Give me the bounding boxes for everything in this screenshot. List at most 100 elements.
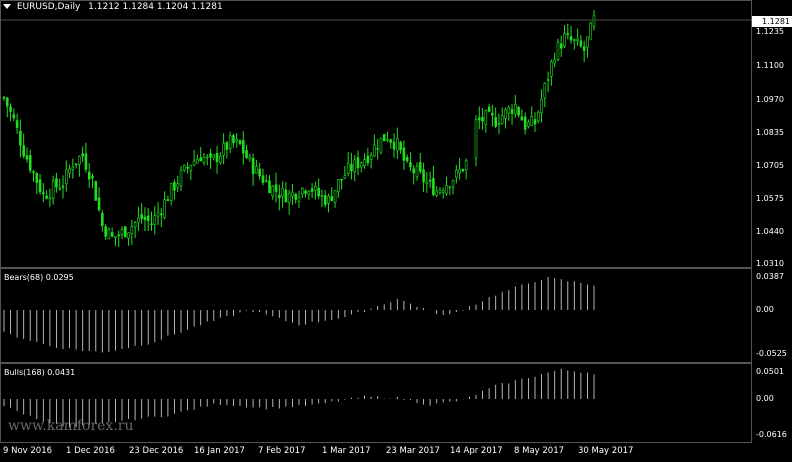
candle <box>87 163 91 188</box>
candle <box>264 174 268 183</box>
candle <box>435 186 438 198</box>
candle <box>205 154 209 166</box>
candle <box>271 185 275 200</box>
candle <box>500 107 504 125</box>
candle <box>133 221 137 239</box>
candle <box>130 219 134 245</box>
candle <box>176 175 180 193</box>
candle <box>461 168 465 173</box>
candle <box>484 109 488 133</box>
ohlc-values: 1.1212 1.1284 1.1204 1.1281 <box>88 2 223 12</box>
candle <box>432 165 435 197</box>
candle <box>582 40 586 63</box>
candle <box>455 165 458 184</box>
candle <box>48 188 52 208</box>
candle <box>386 131 389 142</box>
candle <box>61 175 65 199</box>
candle <box>107 227 111 240</box>
candle <box>363 153 366 169</box>
time-tick: 1 Dec 2016 <box>66 446 115 456</box>
bears-tick: 0.0387 <box>756 272 784 281</box>
candle <box>307 189 311 200</box>
chart-canvas[interactable] <box>0 0 752 446</box>
candle <box>412 164 416 185</box>
candle <box>418 152 422 174</box>
candle <box>120 226 124 239</box>
time-tick: 30 May 2017 <box>578 446 634 456</box>
candle <box>22 133 25 159</box>
price-axis: 1.1235 1.1100 1.0970 1.0835 1.0705 1.057… <box>752 0 792 268</box>
candle <box>327 193 330 213</box>
candle <box>163 191 166 220</box>
candle <box>330 187 334 202</box>
candle <box>464 158 468 180</box>
candle <box>140 203 143 224</box>
candle <box>481 108 484 130</box>
price-tick: 1.1235 <box>756 27 784 36</box>
candle <box>543 82 547 108</box>
candle <box>212 153 216 161</box>
candle <box>359 161 363 173</box>
candle <box>317 178 320 200</box>
candle <box>487 103 491 113</box>
candle <box>81 146 84 162</box>
candle <box>527 119 530 129</box>
candle <box>556 38 560 62</box>
candle <box>438 186 442 195</box>
candle <box>166 195 170 202</box>
candle <box>173 179 176 200</box>
candle <box>153 206 157 235</box>
candle <box>314 181 317 200</box>
candle <box>392 133 396 158</box>
price-tick: 1.0440 <box>756 227 784 236</box>
candle <box>143 207 147 232</box>
symbol-timeframe: EURUSD,Daily <box>16 2 81 12</box>
time-tick: 23 Mar 2017 <box>386 446 440 456</box>
candle <box>232 133 235 148</box>
candle <box>369 152 373 169</box>
candle <box>156 201 160 226</box>
candle <box>19 119 22 158</box>
candle <box>215 145 219 174</box>
candle <box>91 173 94 189</box>
candle <box>346 151 350 177</box>
candle <box>382 134 386 142</box>
current-price-marker: 1.1281 <box>752 16 792 27</box>
candle <box>9 103 12 122</box>
candle <box>186 162 189 174</box>
candle <box>448 185 452 196</box>
candle <box>337 179 340 198</box>
time-tick: 16 Jan 2017 <box>194 446 245 456</box>
candle <box>51 175 55 205</box>
candle <box>340 178 343 190</box>
candle <box>28 149 32 174</box>
candle <box>32 169 35 182</box>
candle <box>546 71 550 93</box>
candle <box>261 168 265 186</box>
price-tick: 1.0705 <box>756 161 784 170</box>
chart-header: EURUSD,Daily 1.1212 1.1284 1.1204 1.1281 <box>3 2 223 12</box>
candle <box>559 35 563 58</box>
candle <box>35 172 39 195</box>
candle <box>137 206 140 232</box>
candle <box>258 163 261 180</box>
candle <box>409 152 412 172</box>
candle <box>160 208 163 228</box>
candle <box>323 190 327 208</box>
candle <box>320 189 324 208</box>
candle <box>550 59 553 86</box>
candle <box>536 110 540 124</box>
candle <box>12 108 16 121</box>
candle <box>523 112 527 135</box>
dropdown-triangle-icon[interactable] <box>3 4 11 9</box>
candle <box>278 184 281 211</box>
candle <box>589 21 593 40</box>
candle <box>199 146 202 162</box>
candle <box>228 131 232 153</box>
candle <box>97 187 101 212</box>
time-tick: 14 Apr 2017 <box>450 446 503 456</box>
candle <box>441 187 445 199</box>
candle <box>497 113 501 134</box>
candle <box>373 134 376 158</box>
candle <box>123 225 127 238</box>
